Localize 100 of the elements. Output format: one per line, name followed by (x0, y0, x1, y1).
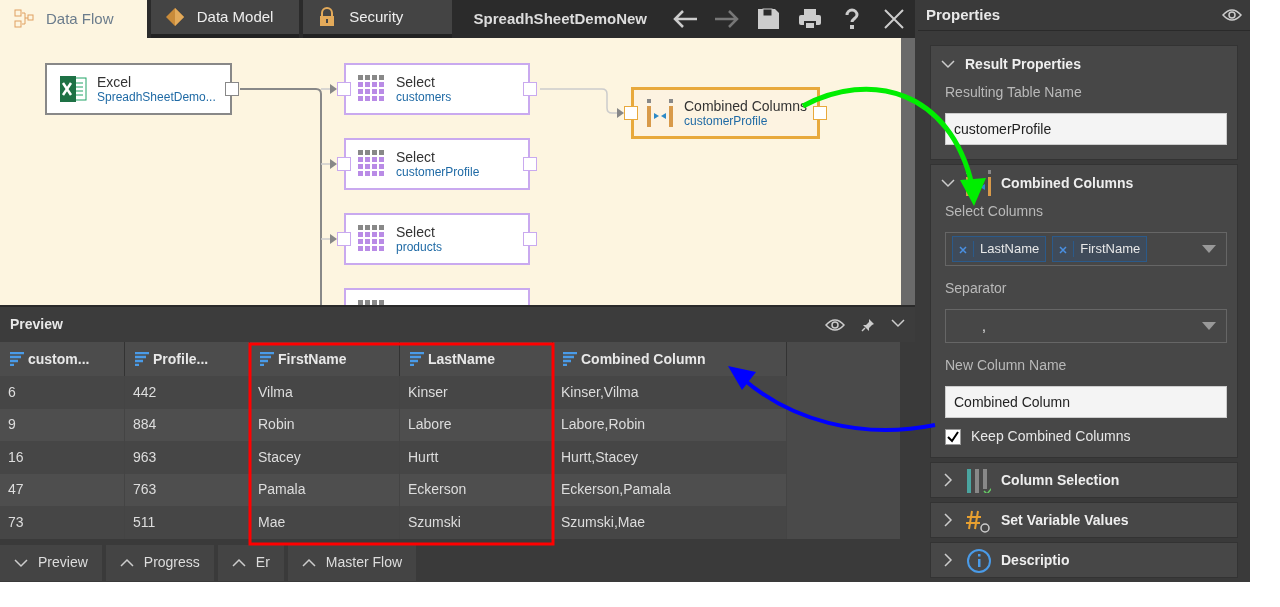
panel-tab[interactable]: Master Flow (287, 544, 417, 581)
merge-columns-icon (646, 99, 674, 127)
output-port[interactable] (523, 82, 537, 96)
flow-node[interactable]: Excel SpreadhSheetDemo... (45, 63, 232, 115)
remove-icon (959, 245, 967, 254)
table-cell: 763 (125, 473, 250, 506)
output-port[interactable] (523, 232, 537, 246)
dropdown-value: , (981, 317, 986, 334)
input-port[interactable] (337, 157, 351, 171)
text-field[interactable]: customerProfile (945, 113, 1227, 145)
column-label: LastName (428, 349, 495, 369)
panel-tab[interactable]: Preview (0, 544, 102, 581)
section-header[interactable]: Result Properties (931, 52, 1237, 76)
table-cell: 442 (125, 376, 250, 409)
column-label: FirstName (278, 349, 347, 369)
panel-tab[interactable]: Er (217, 544, 284, 581)
node-subtitle: products (396, 240, 443, 254)
table-cell: Stacey (250, 441, 400, 474)
pyramid-icon (164, 7, 185, 27)
columns-icon (965, 467, 991, 493)
table-cell: Szumski,Mae (553, 506, 787, 539)
table-cell: Szumski (400, 506, 553, 539)
sort-icon (410, 352, 424, 366)
input-port[interactable] (337, 82, 351, 96)
node-title: Combined Columns (684, 98, 807, 114)
checkbox[interactable] (945, 428, 961, 445)
sort-icon (563, 352, 577, 366)
flow-node[interactable]: Combined Columns customerProfile (631, 87, 820, 139)
chevron-down-icon (941, 57, 955, 71)
table-cell: Labore,Robin (553, 408, 787, 441)
table-cell: Robin (250, 408, 400, 441)
table-cell: Eckerson,Pamala (553, 473, 787, 506)
checkbox-label: Keep Combined Columns (971, 427, 1131, 446)
tab[interactable]: Security (303, 0, 452, 38)
grid-icon (358, 75, 386, 103)
chevron-right-icon (941, 553, 955, 567)
table-cell: Labore (400, 408, 553, 441)
text-field[interactable]: Combined Column (945, 386, 1227, 418)
remove-icon (1059, 245, 1068, 254)
table-cell: 884 (125, 408, 250, 441)
dropdown-field[interactable]: LastName FirstName (945, 232, 1227, 266)
node-title: Select (396, 149, 436, 165)
table-cell: Pamala (250, 473, 400, 506)
flow-icon (14, 9, 34, 29)
panel-title: Properties (926, 4, 1001, 25)
output-port[interactable] (813, 106, 827, 120)
table-cell: Mae (250, 506, 400, 539)
field-label: Resulting Table Name (944, 83, 1083, 102)
node-subtitle: customers (396, 90, 452, 104)
table-cell: 16 (0, 441, 125, 474)
output-port[interactable] (523, 157, 537, 171)
tag-chip[interactable]: LastName (952, 236, 1047, 262)
table-cell: 47 (0, 473, 125, 506)
flow-node[interactable]: Select customerProfile (344, 138, 530, 190)
node-subtitle: customerProfile (684, 114, 769, 128)
chevron-down-icon (14, 557, 28, 568)
info-icon (965, 547, 991, 573)
document-title: SpreadhSheetDemoNew (472, 8, 648, 29)
tab[interactable]: Data Flow (0, 0, 147, 38)
table-cell: Eckerson (400, 473, 553, 506)
chevron-down-icon (941, 176, 955, 190)
table-cell: Kinser (400, 376, 553, 409)
sort-icon (260, 352, 274, 366)
column-label: Combined Column (581, 349, 706, 369)
sort-icon (10, 352, 24, 366)
tab[interactable]: Data Model (150, 0, 300, 38)
table-cell: Hurtt (400, 441, 553, 474)
flow-node[interactable]: Select customers (344, 63, 530, 115)
chevron-right-icon (941, 513, 955, 527)
chevron-right-icon (941, 473, 955, 487)
node-title: Excel (97, 74, 133, 90)
table-cell: 6 (0, 376, 125, 409)
input-port[interactable] (624, 106, 638, 120)
scrollbar[interactable] (901, 38, 915, 305)
table-cell: 73 (0, 506, 125, 539)
node-subtitle: SpreadhSheetDemo... (97, 90, 216, 104)
tag-chip[interactable]: FirstName (1052, 236, 1148, 262)
sort-icon (135, 352, 149, 366)
flow-node[interactable]: Select products (344, 213, 530, 265)
pin-icon (861, 317, 875, 332)
chevron-up-icon (119, 557, 134, 568)
field-label: Separator (944, 279, 1008, 298)
spreadsheet-icon (59, 75, 87, 103)
table-cell: Hurtt,Stacey (553, 441, 787, 474)
column-label: custom... (28, 349, 90, 369)
panel-title: Preview (10, 315, 63, 334)
table-cell: 9 (0, 408, 125, 441)
table-cell: 963 (125, 441, 250, 474)
panel-tab[interactable]: Progress (105, 544, 214, 581)
table-cell: Kinser,Vilma (553, 376, 787, 409)
table-cell: Vilma (250, 376, 400, 409)
node-subtitle: customerProfile (396, 165, 480, 179)
grid-icon (358, 150, 386, 178)
save-icon[interactable] (755, 6, 781, 32)
input-port[interactable] (337, 232, 351, 246)
chevron-up-icon (301, 557, 316, 568)
dropdown-field[interactable]: , (945, 309, 1227, 343)
field-label: Select Columns (944, 202, 1045, 221)
dropdown-caret-icon (1202, 245, 1216, 253)
output-port[interactable] (225, 82, 239, 96)
